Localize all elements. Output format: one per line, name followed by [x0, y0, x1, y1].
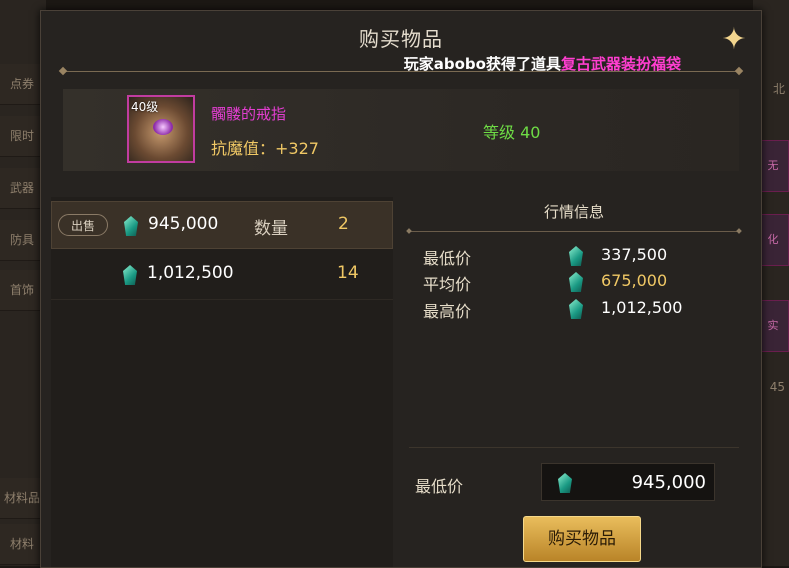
listing-row[interactable]: 出售 945,000 数量 2: [51, 201, 393, 249]
min-price-label: 最低价: [415, 477, 464, 496]
market-label: 最低价: [423, 249, 472, 268]
currency-gem-icon: [558, 473, 572, 493]
item-stat: 抗魔值：+327: [211, 139, 319, 158]
min-price-value: 945,000: [631, 472, 706, 493]
bg-right-text: 45: [769, 380, 785, 394]
currency-gem-icon: [569, 246, 583, 266]
market-row-min: 最低价 337,500: [409, 243, 739, 269]
dialog-title: 购买物品: [359, 27, 443, 51]
market-value: 337,500: [601, 245, 668, 264]
buy-item-button[interactable]: 购买物品: [523, 516, 641, 562]
title-divider: [63, 71, 739, 72]
bg-tab: 首饰: [0, 270, 44, 311]
row-divider: [51, 299, 393, 300]
gem-icon: [153, 119, 173, 135]
market-row-max: 最高价 1,012,500: [409, 296, 739, 322]
item-info-band: 40级 髑髅的戒指 抗魔值：+327 等级 40: [63, 89, 739, 171]
listing-quantity: 14: [337, 263, 359, 283]
listing-row[interactable]: 1,012,500 14: [51, 251, 393, 299]
currency-gem-icon: [569, 299, 583, 319]
item-level-requirement: 等级 40: [483, 123, 541, 142]
market-label: 平均价: [423, 275, 472, 294]
bg-tab: 武器: [0, 168, 44, 209]
market-row-avg: 平均价 675,000: [409, 269, 739, 295]
listing-price: 945,000: [148, 214, 219, 234]
bg-tab: 防具: [0, 220, 44, 261]
currency-gem-icon: [124, 216, 138, 236]
bg-tab: 材料: [0, 524, 44, 565]
bg-tab: 材料品: [0, 478, 44, 519]
currency-gem-icon: [569, 272, 583, 292]
market-info-divider: [409, 231, 739, 232]
market-info-title: 行情信息: [543, 203, 604, 221]
item-name: 髑髅的戒指: [211, 105, 287, 123]
bg-tab: 点券: [0, 64, 44, 105]
min-price-field[interactable]: 945,000: [541, 463, 715, 501]
ring-item-icon[interactable]: 40级: [127, 95, 195, 163]
item-level-badge: 40级: [131, 100, 159, 114]
market-label: 最高价: [423, 302, 472, 321]
market-value: 675,000: [601, 271, 668, 290]
bg-tab: 限时: [0, 116, 44, 157]
close-icon[interactable]: ✦: [717, 23, 751, 57]
listing-quantity: 2: [338, 214, 349, 234]
listing-price: 1,012,500: [147, 263, 234, 283]
market-info-panel: 行情信息 最低价 337,500 平均价 675,000 最高价 1,012,5…: [409, 197, 739, 467]
purchase-dialog: 购买物品 ✦ 玩家abobo获得了道具复古武器装扮福袋 40级 髑髅的戒指 抗魔…: [40, 10, 762, 568]
currency-gem-icon: [123, 265, 137, 285]
purchase-divider: [409, 447, 739, 448]
listing-list: 出售 945,000 数量 2 1,012,500 14: [51, 197, 393, 567]
sell-badge[interactable]: 出售: [58, 214, 108, 236]
bg-right-text: 北: [772, 82, 785, 96]
quantity-label: 数量: [254, 219, 288, 239]
market-value: 1,012,500: [601, 298, 683, 317]
